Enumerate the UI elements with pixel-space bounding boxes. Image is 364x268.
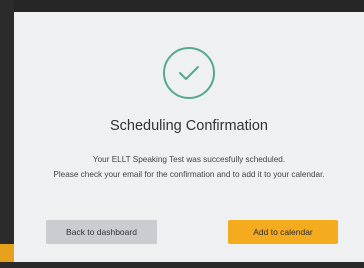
confirmation-modal: Scheduling Confirmation Your ELLT Speaki… xyxy=(14,12,364,262)
modal-title: Scheduling Confirmation xyxy=(110,118,268,134)
page-backdrop xyxy=(0,0,14,268)
back-to-dashboard-button[interactable]: Back to dashboard xyxy=(46,220,157,244)
backdrop-bottom-strip xyxy=(0,262,364,268)
confirmation-message-line1: Your ELLT Speaking Test was succesfully … xyxy=(92,155,286,164)
confirmation-message-line2: Please check your email for the confirma… xyxy=(53,170,325,179)
add-to-calendar-button[interactable]: Add to calendar xyxy=(228,220,338,244)
check-circle-icon xyxy=(163,47,215,99)
checkmark-icon xyxy=(179,66,199,80)
